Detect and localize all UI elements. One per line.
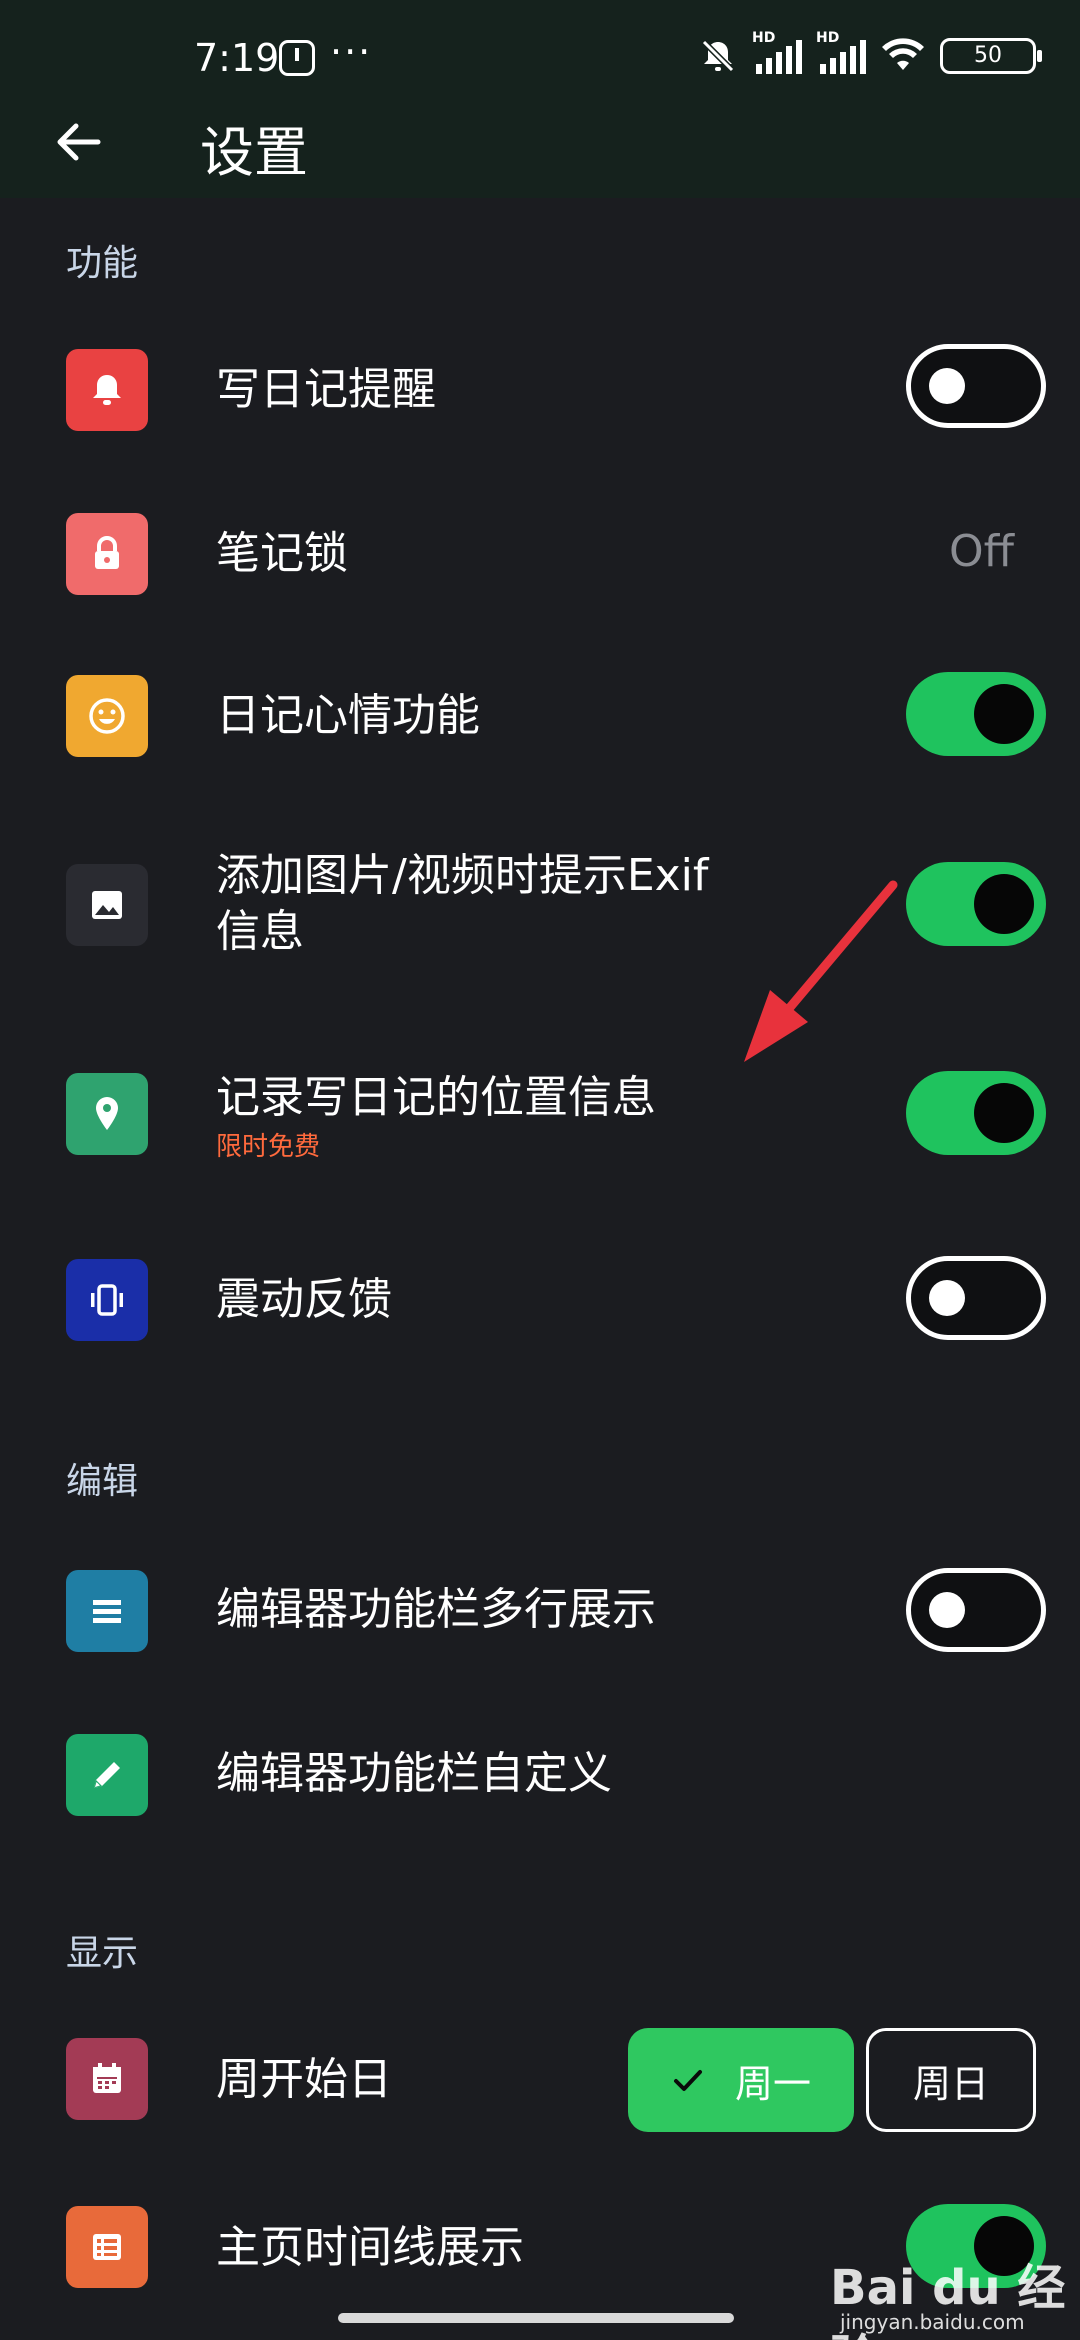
row-mood-feature[interactable]: 日记心情功能 <box>0 670 1080 770</box>
section-header-display: 显示 <box>66 1933 139 1974</box>
row-label: 写日记提醒 <box>216 364 436 415</box>
location-pin-icon <box>66 1073 148 1155</box>
bell-icon <box>66 349 148 431</box>
exif-toggle[interactable] <box>906 862 1046 946</box>
row-toolbar-multiline[interactable]: 编辑器功能栏多行展示 <box>0 1560 1080 1660</box>
row-label: 笔记锁 <box>216 528 348 579</box>
bell-muted-icon <box>698 36 738 76</box>
vibration-toggle[interactable] <box>906 1256 1046 1340</box>
row-diary-reminder[interactable]: 写日记提醒 <box>0 340 1080 440</box>
pencil-icon <box>66 1734 148 1816</box>
image-icon <box>66 864 148 946</box>
row-label: 日记心情功能 <box>216 690 480 741</box>
wifi-icon <box>880 36 926 76</box>
row-location-record[interactable]: 记录写日记的位置信息 限时免费 <box>0 1070 1080 1200</box>
row-toolbar-custom[interactable]: 编辑器功能栏自定义 <box>0 1724 1080 1824</box>
mood-toggle[interactable] <box>906 672 1046 756</box>
option-label: 周日 <box>912 2061 989 2106</box>
row-note-lock[interactable]: 笔记锁 Off <box>0 508 1080 608</box>
table-icon <box>66 2206 148 2288</box>
back-arrow-icon[interactable] <box>54 118 102 166</box>
row-label: 记录写日记的位置信息 <box>216 1072 656 1123</box>
note-lock-value: Off <box>949 526 1014 577</box>
check-icon <box>673 2070 702 2091</box>
calendar-icon <box>66 2038 148 2120</box>
toolbar-multiline-toggle[interactable] <box>906 1568 1046 1652</box>
top-bar: 7:19 ··· HD HD 50 设置 <box>0 0 1080 198</box>
smiley-icon <box>66 675 148 757</box>
row-label-line2: 信息 <box>216 906 304 957</box>
week-start-sunday-option[interactable]: 周日 <box>866 2028 1036 2132</box>
vibrate-icon <box>66 1259 148 1341</box>
row-label: 编辑器功能栏自定义 <box>216 1748 612 1799</box>
row-label: 编辑器功能栏多行展示 <box>216 1584 656 1635</box>
option-label: 周一 <box>734 2061 811 2106</box>
free-badge: 限时免费 <box>216 1132 321 1162</box>
status-indicators: HD HD 50 <box>698 30 1042 76</box>
row-vibration-feedback[interactable]: 震动反馈 <box>0 1250 1080 1350</box>
row-label: 周开始日 <box>216 2054 392 2105</box>
battery-icon: 50 <box>940 38 1042 74</box>
row-label: 震动反馈 <box>216 1274 392 1325</box>
clock-app-icon <box>279 40 315 76</box>
watermark-logo: Bai du 经验 jingyan.baidu.com <box>830 2210 1070 2340</box>
gesture-bar[interactable] <box>338 2313 734 2323</box>
status-more-icon: ··· <box>330 30 373 74</box>
row-exif-prompt[interactable]: 添加图片/视频时提示Exif 信息 <box>0 848 1080 968</box>
week-start-monday-option[interactable]: 周一 <box>628 2028 854 2132</box>
lock-icon <box>66 513 148 595</box>
section-header-edit: 编辑 <box>66 1461 139 1502</box>
row-label: 主页时间线展示 <box>216 2222 524 2273</box>
list-icon <box>66 1570 148 1652</box>
status-time: 7:19 <box>194 36 280 80</box>
location-toggle[interactable] <box>906 1071 1046 1155</box>
row-label-line1: 添加图片/视频时提示Exif <box>216 850 709 901</box>
settings-screen: 7:19 ··· HD HD 50 设置 功能 写日记提醒 笔记锁 Off 日记… <box>0 0 1080 2340</box>
cellular-signal-icon: HD <box>752 30 802 74</box>
watermark-url: jingyan.baidu.com <box>840 2310 1025 2334</box>
diary-reminder-toggle[interactable] <box>906 344 1046 428</box>
section-header-features: 功能 <box>66 243 139 284</box>
cellular-signal-2-icon: HD <box>816 30 866 74</box>
page-title: 设置 <box>200 121 308 184</box>
